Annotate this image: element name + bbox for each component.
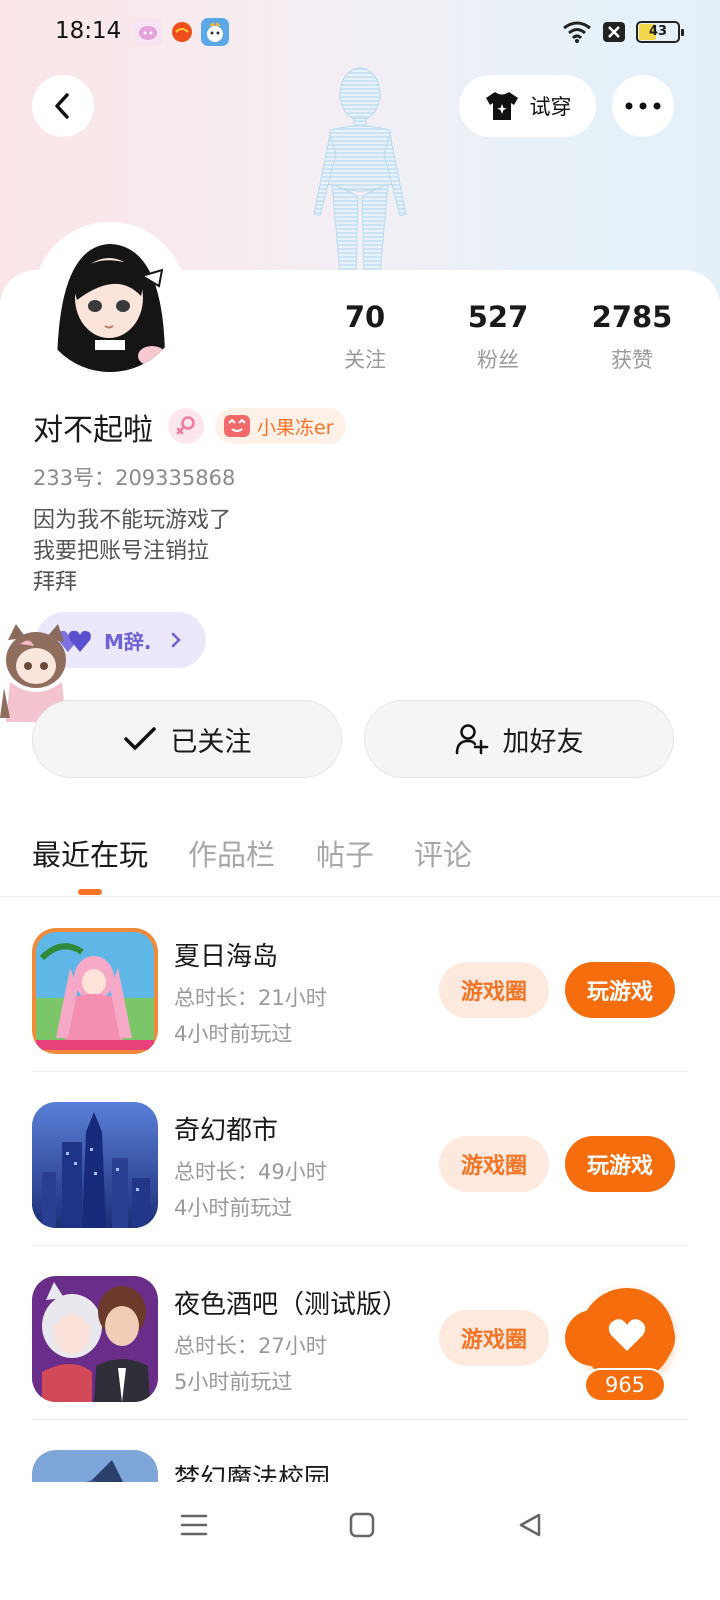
- user-bio: 因为我不能玩游戏了 我要把账号注销拉 拜拜: [33, 505, 231, 598]
- game-circle-button[interactable]: 游戏圈: [439, 962, 549, 1018]
- user-id: 233号：209335868: [33, 466, 236, 490]
- menu-nav-button[interactable]: [174, 1510, 214, 1540]
- game-thumbnail[interactable]: [32, 1102, 158, 1228]
- game-duration: 总时长：21小时: [174, 986, 327, 1010]
- stat-label: 粉丝: [477, 348, 519, 372]
- tab-comments[interactable]: 评论: [414, 832, 472, 874]
- home-square-icon: [349, 1512, 375, 1538]
- wifi-icon: [563, 21, 591, 43]
- game-circle-button[interactable]: 游戏圈: [439, 1136, 549, 1192]
- home-nav-button[interactable]: [342, 1510, 382, 1540]
- avatar-hologram: [313, 67, 407, 275]
- tab-active-indicator: [78, 889, 102, 895]
- system-nav-bar: [0, 1482, 720, 1600]
- game-list-item[interactable]: 夏日海岛 总时长：21小时 4小时前玩过 游戏圈 玩游戏: [0, 898, 720, 1072]
- title-badge[interactable]: 小果冻er: [215, 408, 346, 444]
- stat-following[interactable]: 70 关注: [295, 300, 435, 374]
- status-time: 18:14: [55, 18, 122, 44]
- tab-divider: [0, 896, 720, 897]
- game-last-played: 4小时前玩过: [174, 1196, 293, 1220]
- add-user-icon: [455, 724, 488, 755]
- check-icon: [123, 727, 156, 750]
- add-friend-label: 加好友: [502, 726, 584, 758]
- bio-line: 因为我不能玩游戏了: [33, 508, 232, 533]
- add-friend-button[interactable]: 加好友: [364, 700, 674, 778]
- cp-name: M辞.: [104, 629, 152, 654]
- chat-app-icon: [134, 18, 162, 46]
- orange-ball-app-icon: [168, 18, 196, 46]
- jelly-face-icon: [224, 415, 250, 437]
- status-bar: 18:14 43: [0, 0, 720, 64]
- game-last-played: 5小时前玩过: [174, 1370, 293, 1394]
- game-circle-button[interactable]: 游戏圈: [439, 1310, 549, 1366]
- tab-works[interactable]: 作品栏: [188, 832, 275, 874]
- game-thumbnail[interactable]: [32, 1276, 158, 1402]
- followed-label: 已关注: [170, 726, 252, 758]
- bio-line: 我要把账号注销拉: [33, 539, 210, 564]
- game-app-icon: [201, 18, 229, 46]
- gender-badge: [168, 408, 204, 444]
- tab-posts[interactable]: 帖子: [316, 832, 374, 874]
- bio-line: 拜拜: [33, 570, 78, 595]
- like-count: 965: [584, 1368, 666, 1402]
- chevron-right-icon: [171, 632, 181, 648]
- back-triangle-icon: [519, 1513, 541, 1537]
- game-duration: 总时长：49小时: [174, 1160, 327, 1184]
- avatar[interactable]: [33, 222, 187, 376]
- back-button[interactable]: [32, 75, 94, 137]
- tshirt-icon: [485, 92, 518, 120]
- heart-icon: [608, 1319, 646, 1351]
- stat-followers[interactable]: 527 粉丝: [428, 300, 568, 374]
- game-name: 奇幻都市: [174, 1116, 279, 1146]
- female-icon: [176, 416, 195, 435]
- stat-value: 70: [344, 300, 386, 334]
- sim-off-icon: [603, 22, 625, 42]
- profile-tabs: 最近在玩 作品栏 帖子 评论: [0, 832, 720, 896]
- title-badge-label: 小果冻er: [257, 416, 334, 439]
- game-name: 夜色酒吧（测试版）: [174, 1290, 409, 1320]
- more-button[interactable]: [612, 75, 674, 137]
- game-list-item[interactable]: 奇幻都市 总时长：49小时 4小时前玩过 游戏圈 玩游戏: [0, 1072, 720, 1246]
- stat-label: 获赞: [611, 348, 653, 372]
- stat-value: 527: [467, 300, 529, 334]
- game-name: 夏日海岛: [174, 942, 279, 972]
- username: 对不起啦: [33, 413, 153, 448]
- followed-button[interactable]: 已关注: [32, 700, 342, 778]
- game-duration: 总时长：27小时: [174, 1334, 327, 1358]
- play-game-button[interactable]: 玩游戏: [565, 962, 675, 1018]
- more-dots-icon: [625, 102, 661, 110]
- menu-icon: [180, 1514, 208, 1536]
- stat-label: 关注: [344, 348, 386, 372]
- play-game-button[interactable]: 玩游戏: [565, 1136, 675, 1192]
- battery-indicator: 43: [636, 21, 684, 43]
- game-last-played: 4小时前玩过: [174, 1022, 293, 1046]
- tryon-button[interactable]: 试穿: [459, 75, 596, 137]
- back-nav-button[interactable]: [510, 1510, 550, 1540]
- tab-recently-played[interactable]: 最近在玩: [32, 832, 148, 874]
- chevron-left-icon: [55, 93, 69, 119]
- stat-value: 2785: [591, 300, 673, 334]
- tryon-label: 试穿: [529, 95, 572, 119]
- game-thumbnail[interactable]: [32, 928, 158, 1054]
- stat-likes[interactable]: 2785 获赞: [562, 300, 702, 374]
